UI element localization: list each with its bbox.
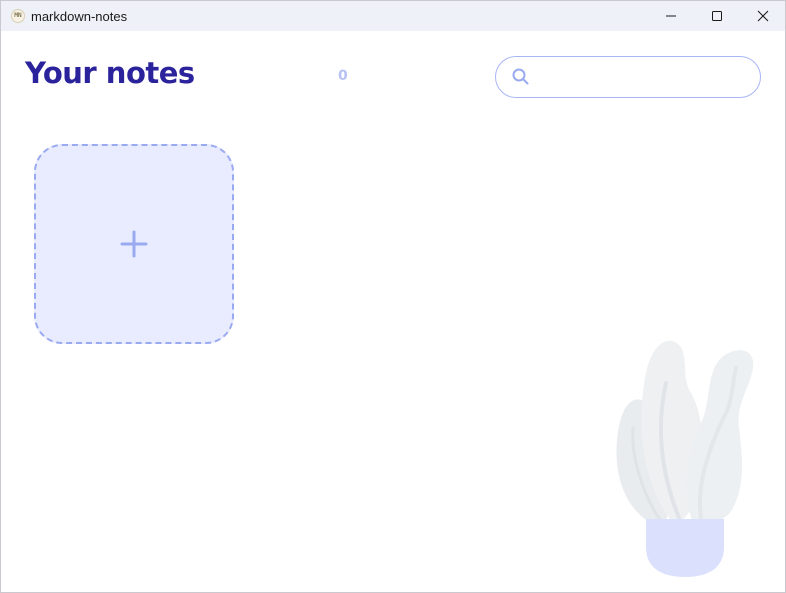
maximize-icon [712,11,722,21]
close-button[interactable] [740,1,785,31]
note-count-badge: 0 [338,68,348,84]
maximize-button[interactable] [694,1,740,31]
plus-icon [120,230,148,258]
page-title: Your notes [25,56,195,90]
title-bar[interactable]: MN markdown-notes [1,1,785,31]
search-icon [512,68,529,85]
minimize-button[interactable] [648,1,694,31]
minimize-icon [666,15,676,17]
app-logo-icon: MN [11,9,25,23]
search-input[interactable] [540,65,749,91]
app-window: MN markdown-notes Your notes 0 [0,0,786,593]
plant-illustration [616,340,754,577]
add-note-button[interactable] [34,144,234,344]
search-bar[interactable] [495,56,761,98]
window-title: markdown-notes [31,9,128,24]
close-icon [757,10,769,22]
